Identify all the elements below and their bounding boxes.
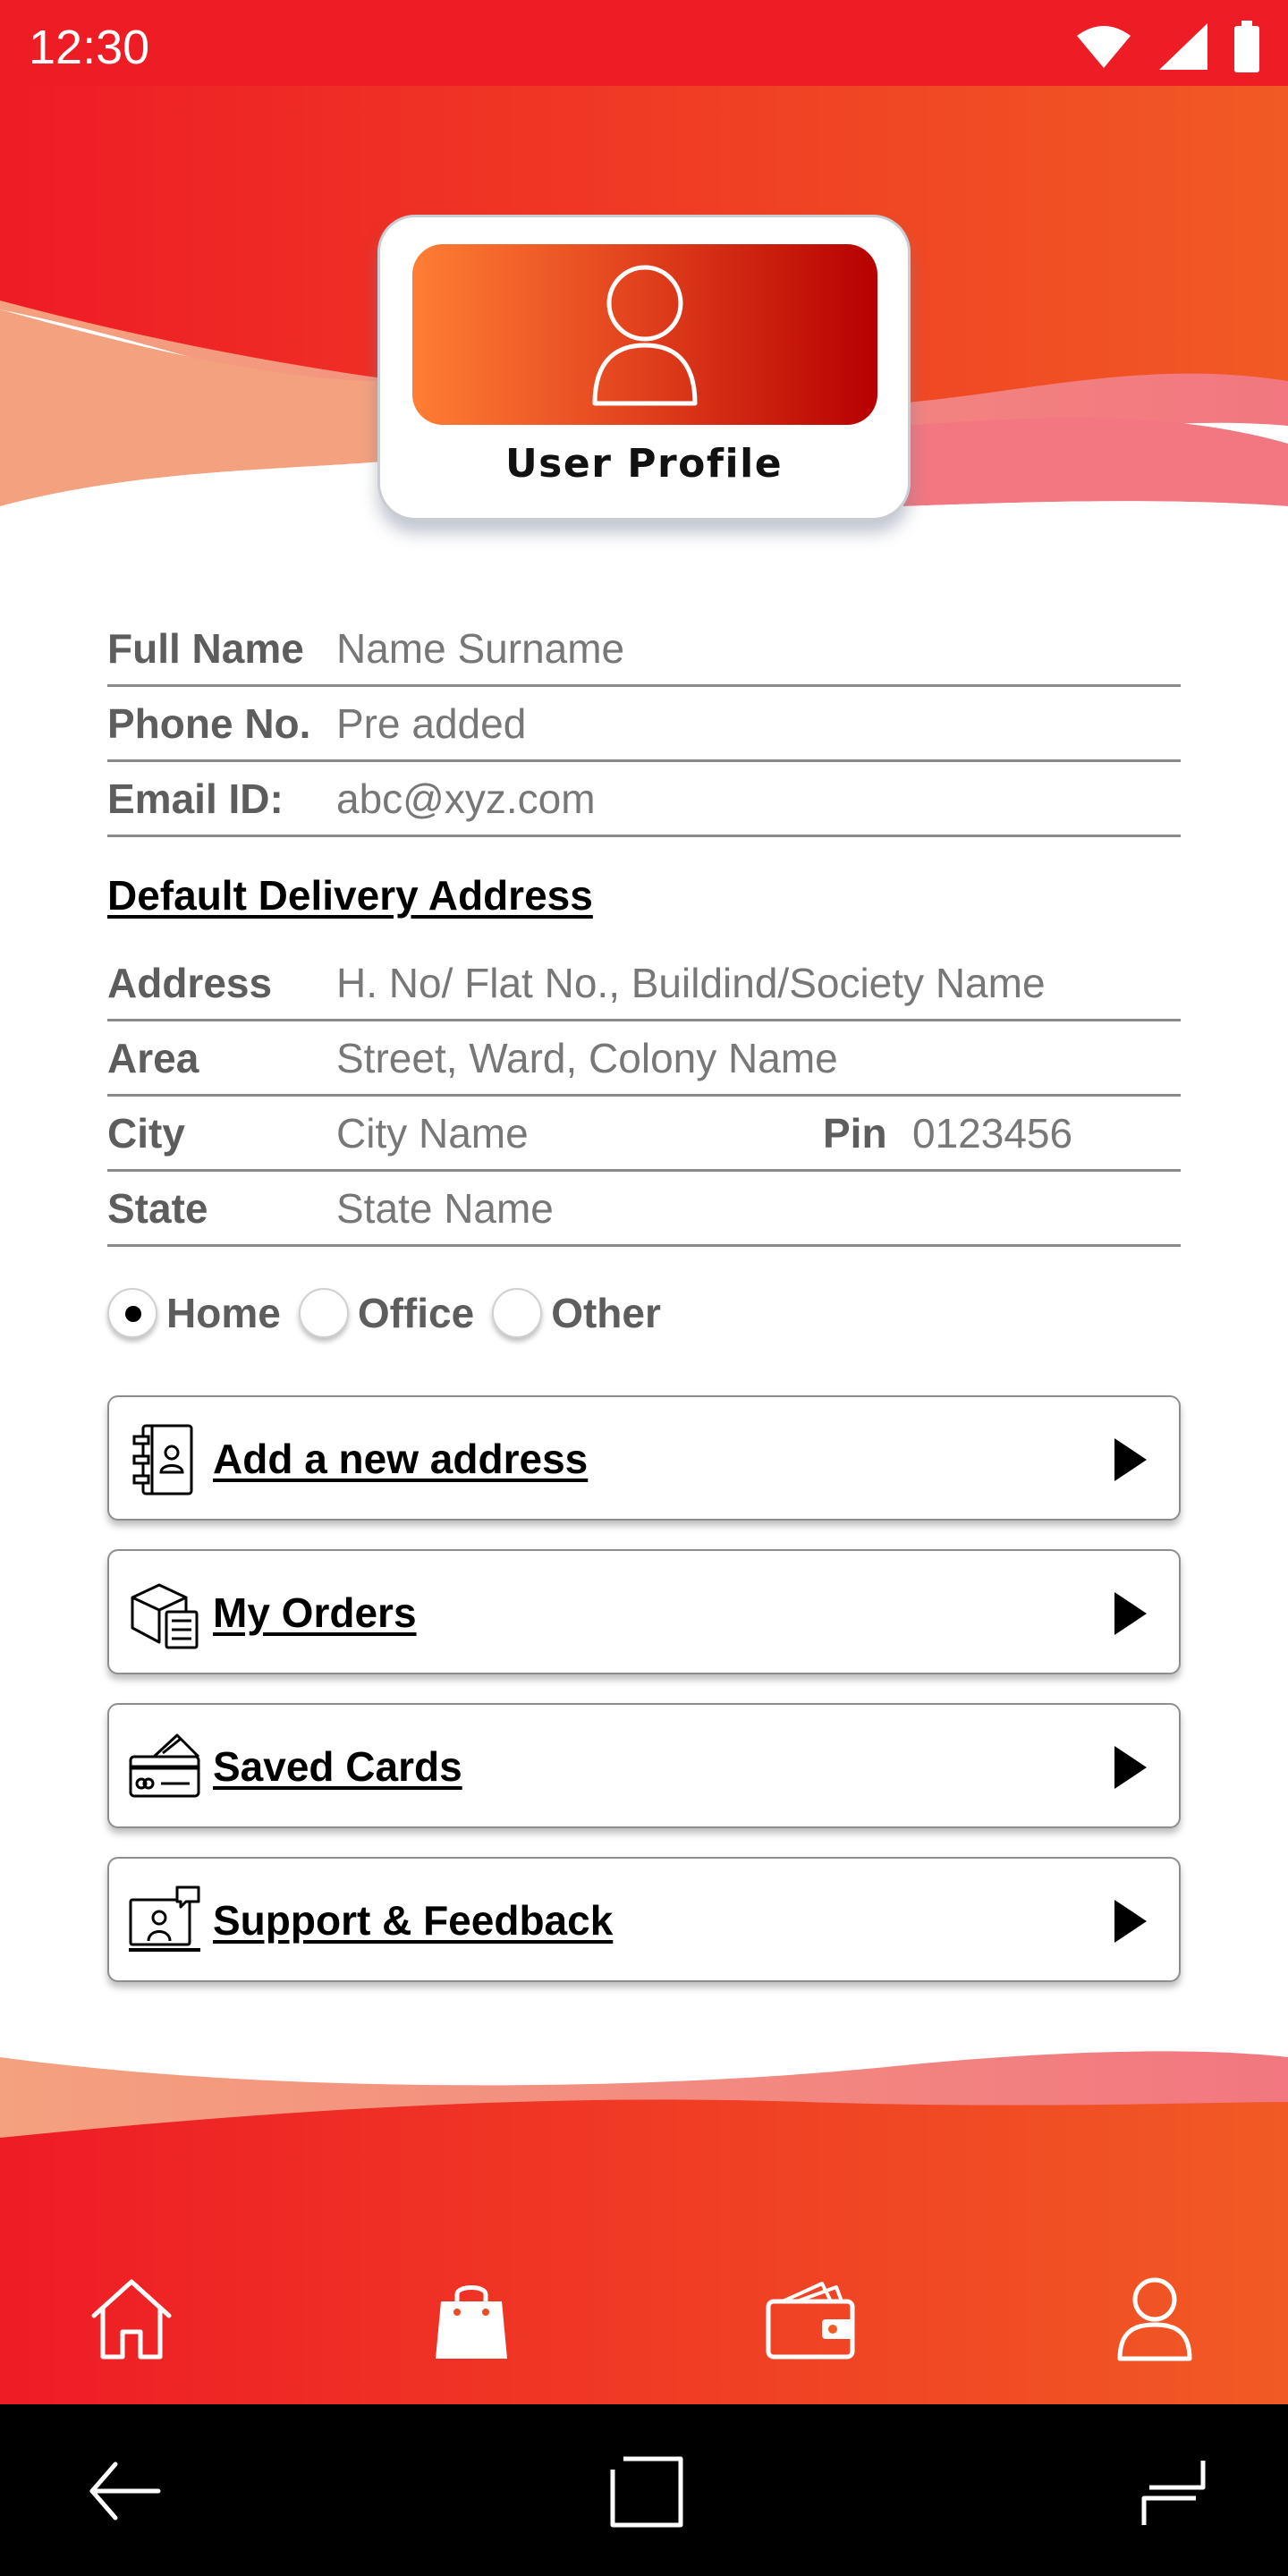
- shopping-bag-icon: [436, 2285, 507, 2359]
- battery-icon: [1234, 21, 1259, 72]
- back-arrow-icon: [89, 2462, 161, 2521]
- full-name-label: Full Name: [107, 625, 304, 672]
- area-row: Area Street, Ward, Colony Name: [107, 1021, 1181, 1097]
- full-name-row: Full Name Name Surname: [107, 612, 1181, 687]
- radio-office-circle[interactable]: [298, 1288, 349, 1338]
- status-bar: 12:30: [0, 0, 1288, 86]
- profile-card[interactable]: User Profile: [377, 215, 911, 521]
- home-icon: [91, 2279, 172, 2360]
- state-label: State: [107, 1185, 208, 1232]
- address-label: Address: [107, 960, 273, 1006]
- menu-support-feedback[interactable]: Support & Feedback: [107, 1857, 1181, 1982]
- radio-home-label: Home: [166, 1290, 281, 1336]
- wifi-icon: [1077, 26, 1131, 68]
- radio-other-circle[interactable]: [492, 1288, 543, 1338]
- play-arrow-icon: [1114, 1592, 1147, 1635]
- signal-icon: [1159, 23, 1208, 70]
- state-field[interactable]: State Name: [336, 1184, 554, 1233]
- status-icons: [1075, 20, 1261, 73]
- state-row: State State Name: [107, 1172, 1181, 1247]
- menu-saved-cards[interactable]: Saved Cards: [107, 1703, 1181, 1828]
- delivery-address-heading: Default Delivery Address: [107, 872, 593, 919]
- profile-title: User Profile: [504, 441, 784, 487]
- address-form: Address H. No/ Flat No., Buildind/Societ…: [107, 946, 1181, 1247]
- menu-add-address-label: Add a new address: [213, 1436, 589, 1482]
- email-label: Email ID:: [107, 775, 284, 822]
- bottom-nav: [0, 2236, 1288, 2404]
- menu-add-address[interactable]: Add a new address: [107, 1395, 1181, 1521]
- area-field[interactable]: Street, Ward, Colony Name: [336, 1034, 838, 1082]
- system-home[interactable]: [601, 2447, 691, 2537]
- pin-label: Pin: [823, 1110, 887, 1157]
- address-row: Address H. No/ Flat No., Buildind/Societ…: [107, 946, 1181, 1021]
- radio-other[interactable]: Other: [492, 1288, 661, 1338]
- credit-card-icon: [129, 1733, 200, 1798]
- pin-field[interactable]: 0123456: [912, 1109, 1072, 1157]
- personal-info-form: Full Name Name Surname Phone No. Pre add…: [107, 612, 1181, 837]
- user-icon: [1117, 2277, 1192, 2361]
- city-field[interactable]: City Name: [336, 1109, 529, 1157]
- system-nav-bar: [0, 2404, 1288, 2576]
- wallet-icon: [766, 2282, 855, 2360]
- address-field[interactable]: H. No/ Flat No., Buildind/Society Name: [336, 959, 1046, 1007]
- play-arrow-icon: [1114, 1438, 1147, 1481]
- support-chat-icon: [129, 1885, 200, 1952]
- menu-saved-cards-label: Saved Cards: [213, 1743, 462, 1790]
- address-book-icon: [132, 1424, 193, 1496]
- system-back[interactable]: [79, 2447, 168, 2537]
- phone-field[interactable]: Pre added: [336, 699, 526, 748]
- nav-wallet[interactable]: [762, 2270, 860, 2368]
- orders-box-icon: [131, 1583, 199, 1649]
- radio-home[interactable]: Home: [107, 1288, 281, 1338]
- nav-profile[interactable]: [1106, 2270, 1204, 2368]
- phone-label: Phone No.: [107, 700, 311, 747]
- menu-support-feedback-label: Support & Feedback: [213, 1897, 614, 1944]
- city-label: City: [107, 1110, 185, 1157]
- radio-office-label: Office: [357, 1290, 475, 1336]
- nav-shop[interactable]: [422, 2270, 521, 2368]
- address-type-radios: Home Office Other: [107, 1288, 679, 1338]
- play-arrow-icon: [1114, 1746, 1147, 1789]
- status-time: 12:30: [29, 21, 150, 74]
- recents-icon: [1141, 2461, 1206, 2525]
- square-home-icon: [610, 2456, 683, 2528]
- full-name-field[interactable]: Name Surname: [336, 624, 624, 673]
- play-arrow-icon: [1114, 1900, 1147, 1943]
- system-recents[interactable]: [1127, 2447, 1216, 2537]
- phone-row: Phone No. Pre added: [107, 687, 1181, 762]
- radio-office[interactable]: Office: [298, 1288, 475, 1338]
- profile-banner: [412, 244, 877, 425]
- radio-other-label: Other: [551, 1290, 661, 1336]
- email-row: Email ID: abc@xyz.com: [107, 762, 1181, 837]
- user-avatar-icon: [592, 265, 698, 406]
- area-label: Area: [107, 1035, 199, 1081]
- menu-my-orders[interactable]: My Orders: [107, 1549, 1181, 1674]
- menu-my-orders-label: My Orders: [213, 1589, 417, 1636]
- nav-home[interactable]: [82, 2270, 181, 2368]
- email-field[interactable]: abc@xyz.com: [336, 775, 596, 823]
- city-row: City City Name Pin 0123456: [107, 1097, 1181, 1172]
- radio-home-circle[interactable]: [107, 1288, 157, 1338]
